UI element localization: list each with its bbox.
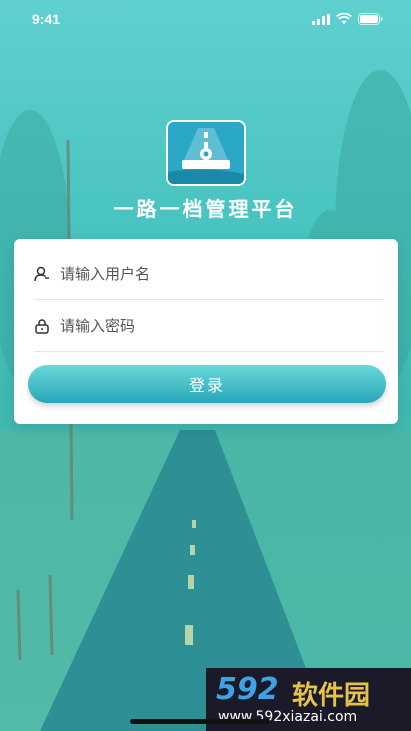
login-card: 登录 [14, 239, 398, 424]
status-bar: 9:41 [0, 0, 411, 40]
battery-icon [358, 13, 383, 25]
home-indicator [130, 719, 270, 724]
login-button[interactable]: 登录 [28, 365, 386, 403]
username-input[interactable] [58, 264, 384, 284]
signal-icon [312, 13, 330, 25]
lock-icon [35, 319, 49, 334]
status-icons [312, 13, 383, 25]
status-time: 9:41 [32, 11, 61, 27]
watermark-number: 592 [216, 672, 279, 707]
watermark-brand: 软件园 [292, 681, 371, 711]
app-title: 一路一档管理平台 [113, 197, 298, 221]
app-logo [166, 120, 246, 186]
password-input[interactable] [58, 316, 384, 336]
password-field [34, 301, 384, 352]
username-field [34, 249, 384, 300]
user-icon [34, 266, 49, 282]
wifi-icon [336, 13, 352, 24]
